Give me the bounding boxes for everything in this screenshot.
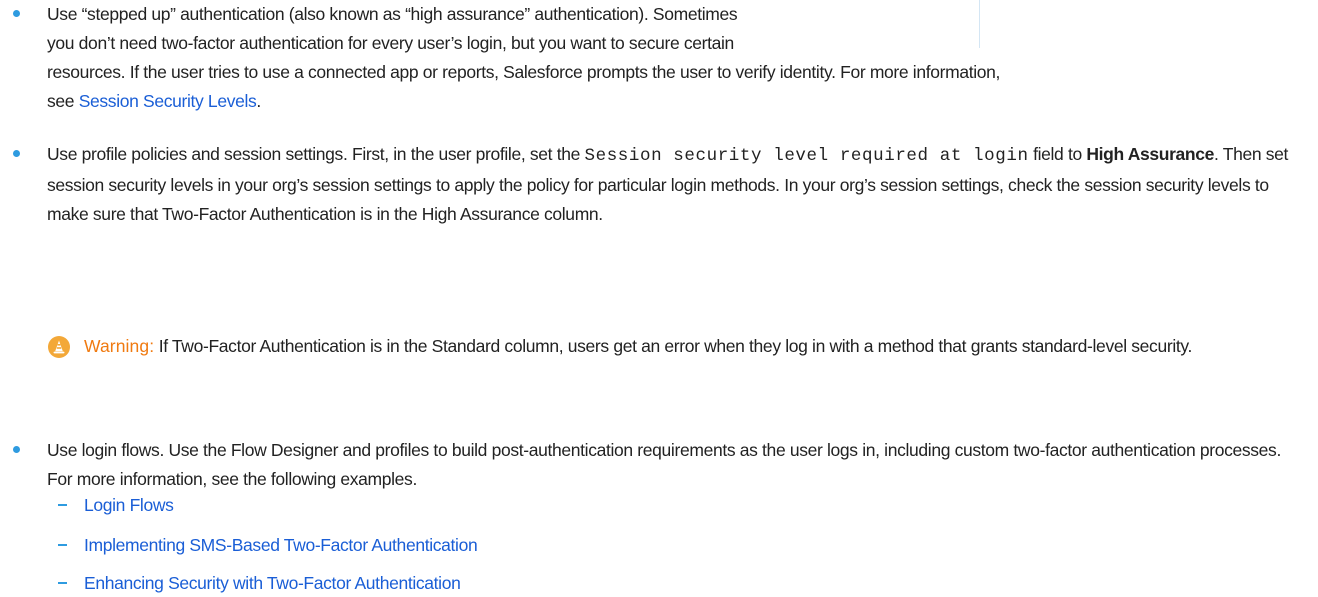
text-line: resources. If the user tries to use a co… xyxy=(47,62,1001,82)
warning-callout: Warning: If Two-Factor Authentication is… xyxy=(48,332,1288,361)
text-line: see Session Security Levels. xyxy=(47,87,1292,116)
warning-body: If Two-Factor Authentication is in the S… xyxy=(158,336,1193,356)
link-session-security-levels[interactable]: Session Security Levels xyxy=(79,91,257,111)
link-login-flows[interactable]: Login Flows xyxy=(84,495,174,515)
list-item-text: Use profile policies and session setting… xyxy=(47,140,1292,229)
list-item-text: Use “stepped up” authentication (also kn… xyxy=(47,0,1292,116)
warning-text: Warning: If Two-Factor Authentication is… xyxy=(84,332,1288,361)
bullet-icon xyxy=(13,150,20,157)
dash-icon xyxy=(58,504,67,506)
doc-page: Use “stepped up” authentication (also kn… xyxy=(0,0,1318,597)
text-fragment: Use profile policies and session setting… xyxy=(47,144,585,164)
bold-value: High Assurance xyxy=(1086,144,1215,164)
dash-icon xyxy=(58,544,67,546)
list-item-login-flows: Use login flows. Use the Flow Designer a… xyxy=(12,436,1292,494)
bullet-icon xyxy=(13,10,20,17)
field-name-code: Session security level required at login xyxy=(584,146,1029,166)
list-item-profile-policies: Use profile policies and session setting… xyxy=(12,140,1292,229)
sub-list-item: Enhancing Security with Two-Factor Authe… xyxy=(58,569,461,597)
sub-list-item: Login Flows xyxy=(58,491,174,519)
dash-icon xyxy=(58,582,67,584)
warning-icon xyxy=(48,336,70,358)
sub-list-item: Implementing SMS-Based Two-Factor Authen… xyxy=(58,531,478,559)
warning-label: Warning: xyxy=(84,336,155,356)
link-enhancing-security[interactable]: Enhancing Security with Two-Factor Authe… xyxy=(84,573,461,593)
text-line: Use “stepped up” authentication (also kn… xyxy=(47,4,738,24)
list-item-stepped-up-auth: Use “stepped up” authentication (also kn… xyxy=(12,0,1292,116)
text-fragment: see xyxy=(47,91,79,111)
text-fragment: field to xyxy=(1028,144,1087,164)
text-fragment: . xyxy=(256,91,261,111)
bullet-icon xyxy=(13,446,20,453)
text-line: you don’t need two-factor authentication… xyxy=(47,33,734,53)
list-item-text: Use login flows. Use the Flow Designer a… xyxy=(47,440,1281,489)
link-sms-two-factor[interactable]: Implementing SMS-Based Two-Factor Authen… xyxy=(84,535,478,555)
